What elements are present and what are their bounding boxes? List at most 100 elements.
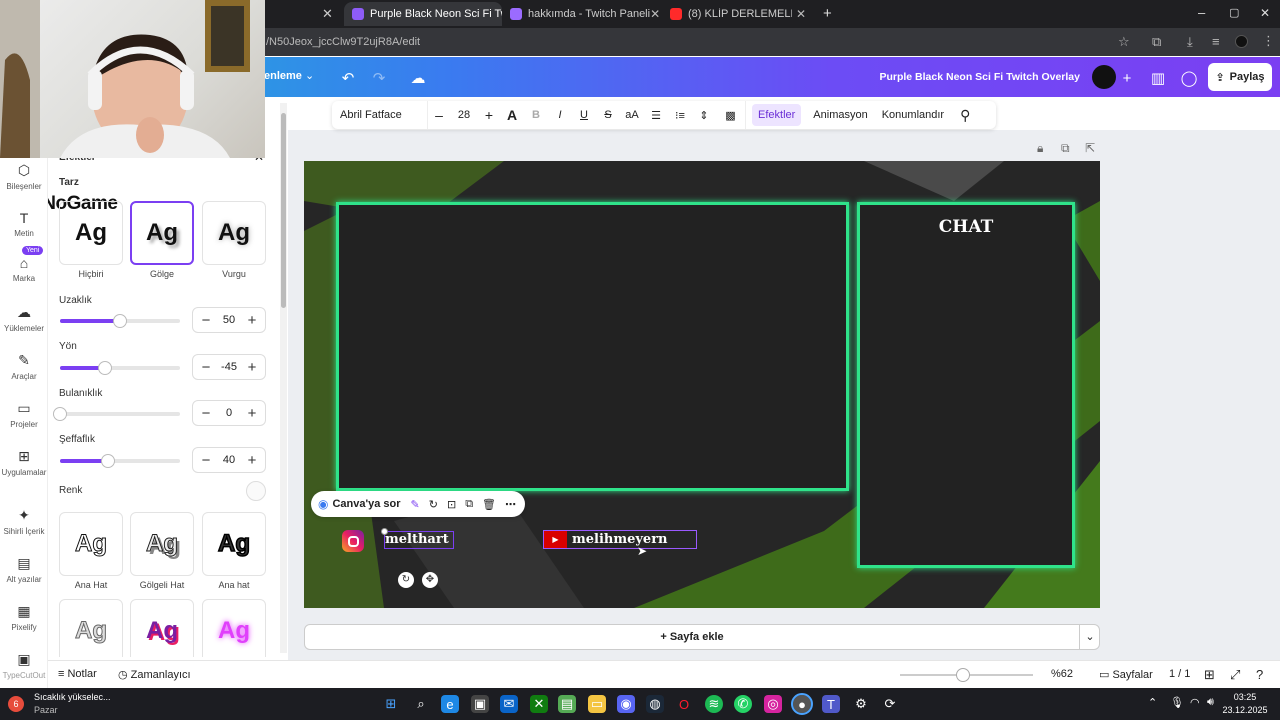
transparency-slider[interactable] — [60, 454, 180, 468]
close-tab-icon[interactable]: ✕ — [322, 6, 333, 22]
tab-twitch-panel[interactable]: hakkımda - Twitch Paneli ✕ — [502, 2, 662, 26]
blur-stepper[interactable]: − 0 + — [192, 400, 266, 426]
file-explorer-icon[interactable]: ▭ — [588, 695, 606, 713]
sidebar-item-tools[interactable]: ✎ Araçlar — [0, 352, 48, 381]
sidebar-item-captions[interactable]: ▤ Alt yazılar — [0, 555, 48, 584]
spacing-icon[interactable]: ⇕ — [692, 101, 716, 129]
webcam-frame[interactable] — [336, 202, 849, 491]
volume-icon[interactable]: 🔊︎ — [1207, 696, 1214, 709]
extensions-icon[interactable]: ⧉ — [1152, 34, 1161, 50]
slider-handle[interactable] — [113, 314, 127, 328]
distance-slider[interactable] — [60, 314, 180, 328]
help-icon[interactable]: ? — [1256, 667, 1263, 682]
duplicate-page-icon[interactable]: ⧉ — [1061, 141, 1070, 156]
youtube-handle[interactable]: melihmeyern — [572, 532, 668, 547]
chrome-icon[interactable]: ● — [791, 693, 813, 715]
clock-time[interactable]: 03:25 — [1220, 692, 1270, 702]
steam-icon[interactable]: ◍ — [646, 695, 664, 713]
app-icon[interactable]: ▤ — [558, 695, 576, 713]
transparency-stepper[interactable]: −40 + — [192, 447, 266, 473]
notes-button[interactable]: ≡ Notlar — [58, 668, 97, 680]
strikethrough-icon[interactable]: S — [596, 101, 620, 129]
direction-slider[interactable] — [60, 361, 180, 375]
wifi-icon[interactable]: ◠ — [1190, 696, 1200, 709]
youtube-icon[interactable]: ▶ — [544, 531, 567, 548]
effects-button[interactable]: Efektler — [752, 104, 802, 126]
font-size-input[interactable]: 28 — [450, 101, 478, 129]
transparency-icon[interactable]: ▩ — [716, 101, 746, 129]
undo-icon[interactable]: ↶ — [335, 65, 361, 91]
rotate-handle-icon[interactable]: ↻ — [398, 572, 414, 588]
minus-icon[interactable]: − — [199, 405, 213, 422]
grid-view-icon[interactable]: ⊞ — [1204, 667, 1215, 683]
sidebar-item-brand[interactable]: Yeni ⌂ Marka — [0, 246, 48, 283]
plus-icon[interactable]: + — [245, 405, 259, 422]
spotify-icon[interactable]: ≋ — [705, 695, 723, 713]
letter-case-icon[interactable]: aA — [620, 101, 644, 129]
minus-icon[interactable]: − — [199, 359, 213, 376]
mail-icon[interactable]: ✉ — [500, 695, 518, 713]
insights-chart-icon[interactable]: ▥ — [1145, 65, 1171, 91]
style-shadow-card[interactable]: Ag — [130, 201, 194, 265]
delete-icon[interactable]: 🗑︎ — [482, 498, 496, 511]
blur-slider[interactable] — [53, 407, 180, 421]
settings-icon[interactable]: ⚙ — [852, 695, 870, 713]
increase-font-size-button[interactable]: + — [478, 101, 500, 129]
new-tab-icon[interactable]: + — [823, 5, 832, 22]
sidebar-item-apps[interactable]: ⊞ Uygulamalar — [0, 448, 48, 477]
chevron-up-icon[interactable]: ⌃ — [1148, 696, 1157, 709]
style-neon-card[interactable]: Ag — [202, 599, 266, 657]
design-canvas[interactable]: CHAT melthart ▶ melihmeyern ➤ ↻ ✥ — [304, 161, 1100, 608]
italic-icon[interactable]: I — [548, 101, 572, 129]
chat-frame[interactable]: CHAT — [857, 202, 1075, 568]
bold-icon[interactable]: B — [524, 101, 548, 129]
position-button[interactable]: Konumlandır — [876, 101, 950, 129]
tab-canva[interactable]: Purple Black Neon Sci Fi Twitch ✕ — [344, 2, 502, 26]
add-page-icon[interactable]: ⇱ — [1085, 141, 1095, 155]
direction-stepper[interactable]: − -45 + — [192, 354, 266, 380]
app-icon[interactable]: ⟳ — [881, 695, 899, 713]
instagram-icon[interactable] — [342, 530, 364, 552]
slider-handle[interactable] — [98, 361, 112, 375]
style-echo-card[interactable]: Ag — [130, 512, 194, 576]
style-glitch-card[interactable]: Ag — [130, 599, 194, 657]
share-button[interactable]: ⇪ Paylaş — [1208, 63, 1272, 91]
file-menu-label[interactable]: enleme — [264, 70, 302, 82]
opera-icon[interactable]: O — [675, 695, 693, 713]
discord-icon[interactable]: ◉ — [617, 695, 635, 713]
url-field[interactable]: /N50Jeox_jccClw9T2ujR8A/edit — [266, 36, 420, 48]
stepper-value[interactable]: -45 — [221, 361, 237, 373]
align-center-icon[interactable]: ☰ — [644, 101, 668, 129]
fullscreen-icon[interactable]: ⤢ — [1230, 667, 1240, 683]
chevron-down-icon[interactable]: ⌄ — [1079, 625, 1100, 649]
sidebar-item-projects[interactable]: ▭ Projeler — [0, 400, 48, 429]
sidebar-item-elements[interactable]: ⬡ Bileşenler — [0, 162, 48, 191]
lock-element-icon[interactable]: ⊡ — [447, 498, 456, 511]
style-none-card[interactable]: Ag — [59, 201, 123, 265]
slider-handle[interactable] — [53, 407, 67, 421]
tab-youtube[interactable]: (8) KLİP DERLEMELER - YouTube ✕ — [662, 2, 814, 26]
close-window-icon[interactable]: ✕ — [1260, 6, 1270, 20]
store-icon[interactable]: ▣ — [471, 695, 489, 713]
stepper-value[interactable]: 0 — [226, 407, 232, 419]
style-splice-card[interactable]: Ag — [59, 599, 123, 657]
plus-icon[interactable]: + — [245, 312, 259, 329]
cloud-saved-icon[interactable]: ☁ — [405, 65, 431, 91]
slider-handle[interactable] — [101, 454, 115, 468]
sidebar-item-pixelify[interactable]: ▦ Pixelify — [0, 603, 48, 632]
chevron-down-icon[interactable]: ⌄ — [305, 69, 314, 82]
redo-icon[interactable]: ↷ — [366, 65, 392, 91]
microphone-icon[interactable]: 🎙︎ — [1170, 696, 1184, 709]
list-icon[interactable]: ⁝≡ — [668, 101, 692, 129]
whatsapp-icon[interactable]: ✆ — [734, 695, 752, 713]
bookmark-star-icon[interactable]: ☆ — [1118, 34, 1130, 50]
stepper-value[interactable]: 50 — [223, 314, 235, 326]
windows-start-icon[interactable]: ⊞ — [382, 695, 400, 713]
instagram-app-icon[interactable]: ◎ — [764, 695, 782, 713]
sidebar-item-text[interactable]: T Metin — [0, 210, 48, 238]
decrease-font-size-button[interactable]: – — [428, 101, 450, 129]
font-family-select[interactable]: Abril Fatface — [332, 101, 428, 129]
chat-title[interactable]: CHAT — [860, 217, 1072, 237]
style-outline-card[interactable]: Ag — [59, 512, 123, 576]
lock-icon[interactable]: 🔒︎ — [1037, 141, 1043, 156]
